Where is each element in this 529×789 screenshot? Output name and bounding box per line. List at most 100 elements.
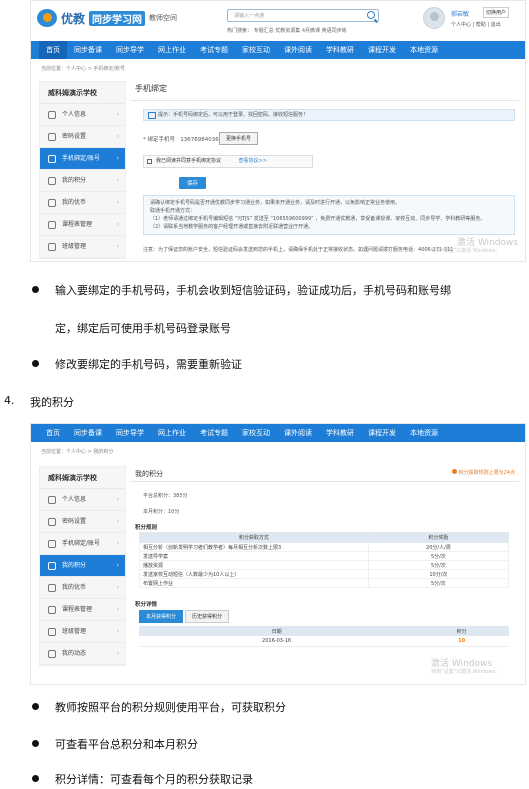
sidebar-item-label: 我的动态: [62, 650, 87, 657]
logout-link[interactable]: 退出: [491, 22, 501, 28]
nav-item[interactable]: 家校互动: [235, 424, 277, 442]
main-nav: 首页 同步备课 同步导学 网上作业 考试专题 家校互动 课外阅读 学科教研 课程…: [31, 41, 525, 59]
nav-item[interactable]: 学科教研: [319, 41, 361, 59]
notice-line: （2）请联系当地教学服务的客户经理开通或直接去附近联通营业厅开通。: [150, 224, 314, 230]
nav-item[interactable]: 本地资源: [403, 41, 445, 59]
nav-item[interactable]: 课外阅读: [277, 41, 319, 59]
windows-watermark-sub: 转到“设置”以激活 Windows。: [431, 248, 501, 254]
sidebar-item-label: 我的积分: [62, 177, 87, 184]
points-icon: [48, 562, 56, 570]
hot-term[interactable]: 优教资源集: [275, 28, 300, 34]
notice-line: 请确认绑定手机号码是否开通优教同步学习通业务，如果未开通业务，请及时进行开通，以…: [150, 200, 401, 206]
sidebar-item-password[interactable]: 密码设置 ›: [40, 511, 125, 533]
nav-item[interactable]: 考试专题: [193, 424, 235, 442]
sidebar-item-label: 我的优币: [62, 199, 87, 206]
sidebar-item-coins[interactable]: 我的优币 ›: [40, 192, 125, 214]
nav-item[interactable]: 课程开发: [361, 41, 403, 59]
user-name[interactable]: 郝岩敏: [451, 9, 469, 18]
chevron-right-icon: ›: [116, 221, 119, 228]
table-cell: 2016-03-16: [139, 636, 415, 647]
nav-item[interactable]: 同步备课: [67, 41, 109, 59]
table-row: 发送导学案 5分/次: [139, 551, 510, 561]
chevron-right-icon: ›: [116, 199, 119, 206]
save-button[interactable]: 保存: [179, 177, 207, 189]
sidebar-item-points[interactable]: 我的积分 ›: [40, 555, 125, 577]
chevron-right-icon: ›: [116, 496, 119, 503]
help-link[interactable]: 帮助: [476, 22, 486, 28]
class-icon: [48, 243, 56, 251]
sidebar-item-phone-binding[interactable]: 手机绑定/账号 ›: [40, 533, 125, 555]
nav-item[interactable]: 家校互动: [235, 41, 277, 59]
sidebar-item-coins[interactable]: 我的优币 ›: [40, 577, 125, 599]
hot-term[interactable]: 4月微课: [302, 28, 320, 34]
sidebar-item-label: 个人信息: [62, 496, 87, 503]
hot-term[interactable]: 英语同步练: [322, 28, 347, 34]
bullet-icon: [32, 360, 39, 367]
site-header: 优教 同步学习网 教师空间 请输入一点通 热门搜索： 专题汇总 优教资源集 4月…: [31, 1, 525, 41]
nav-item[interactable]: 本地资源: [403, 424, 445, 442]
table-row: 布置网上作业 5分/次: [139, 578, 510, 588]
nav-item-home[interactable]: 首页: [39, 424, 67, 442]
bullet-text: 可查看平台总积分和本月积分: [55, 738, 198, 751]
table-row: 相互分析（创新发明学习者们教学者）每月相互分析次数上限3 20分/人/周: [139, 542, 510, 552]
school-name: 威科姆演示学校: [40, 82, 125, 104]
sidebar-item-schedule[interactable]: 课程表管理 ›: [40, 214, 125, 236]
column-header: 积分: [414, 626, 509, 636]
sidebar-item-phone-binding[interactable]: 手机绑定/账号 ›: [40, 148, 125, 170]
nav-item[interactable]: 网上作业: [151, 424, 193, 442]
sidebar-item-password[interactable]: 密码设置 ›: [40, 126, 125, 148]
logo-icon: [37, 9, 57, 27]
sidebar-item-profile[interactable]: 个人信息 ›: [40, 104, 125, 126]
switch-user-button[interactable]: 切换用户: [483, 7, 510, 18]
table-cell: 布置网上作业: [139, 578, 369, 588]
sidebar-item-label: 个人信息: [62, 111, 87, 118]
sidebar-item-class[interactable]: 班级管理 ›: [40, 621, 125, 643]
school-name: 威科姆演示学校: [40, 467, 125, 489]
user-center-link[interactable]: 个人中心: [451, 22, 471, 28]
nav-item[interactable]: 课外阅读: [277, 424, 319, 442]
bullet-text: 输入要绑定的手机号码，手机会收到短信验证码，验证成功后，手机号码和账号绑: [55, 284, 451, 297]
table-cell: 发送导学案: [139, 551, 369, 561]
sidebar-item-points[interactable]: 我的积分 ›: [40, 170, 125, 192]
sidebar-item-schedule[interactable]: 课程表管理 ›: [40, 599, 125, 621]
search-input[interactable]: 请输入一点通: [227, 9, 379, 22]
tab-this-month[interactable]: 本月获得积分: [139, 610, 184, 623]
table-cell: 相互分析（创新发明学习者们教学者）每月相互分析次数上限3: [139, 542, 369, 552]
user-icon: [48, 496, 56, 504]
hot-term[interactable]: 专题汇总: [254, 28, 274, 34]
key-icon: [48, 518, 56, 526]
detail-tabs: 本月获得积分 历史获得积分: [139, 610, 230, 623]
search-icon[interactable]: [367, 11, 375, 19]
nav-item[interactable]: 同步导学: [109, 41, 151, 59]
phone-value: 13676984036: [180, 137, 219, 143]
nav-item[interactable]: 同步备课: [67, 424, 109, 442]
rules-table: 积分获取方式 积分奖励 相互分析（创新发明学习者们教学者）每月相互分析次数上限3…: [139, 532, 510, 588]
nav-item[interactable]: 同步导学: [109, 424, 151, 442]
agree-checkbox[interactable]: [147, 159, 152, 164]
binding-notice: 请确认绑定手机号码是否开通优教同步学习通业务，如果未开通业务，请及时进行开通，以…: [143, 195, 515, 235]
hot-search-label: 热门搜索：: [227, 28, 253, 34]
chevron-right-icon: ›: [116, 606, 119, 613]
nav-item-home[interactable]: 首页: [39, 41, 67, 59]
sidebar-item-label: 课程表管理: [62, 606, 93, 613]
month-points: 本月积分：10分: [143, 509, 180, 515]
panel-title: 手机绑定: [131, 81, 519, 101]
column-header: 日期: [139, 626, 415, 636]
sidebar-item-profile[interactable]: 个人信息 ›: [40, 489, 125, 511]
bullet-icon: [32, 286, 39, 293]
points-rule-link[interactable]: 积分获取规则上限为24点: [451, 469, 515, 476]
site-logo[interactable]: 优教 同步学习网 教师空间: [37, 9, 177, 27]
nav-item[interactable]: 网上作业: [151, 41, 193, 59]
sidebar-item-activity[interactable]: 我的动态 ›: [40, 643, 125, 665]
tab-history[interactable]: 历史获得积分: [185, 610, 230, 623]
notice-line: （1）老师请通过绑定手机号编辑短信 “YJTJS” 发送至 “106559600…: [150, 216, 486, 222]
nav-item[interactable]: 学科教研: [319, 424, 361, 442]
change-phone-button[interactable]: 更换手机号: [219, 132, 259, 145]
nav-item[interactable]: 课程开发: [361, 424, 403, 442]
avatar[interactable]: [423, 7, 445, 29]
sidebar-item-class[interactable]: 班级管理 ›: [40, 236, 125, 258]
column-header: 积分奖励: [367, 532, 510, 543]
view-protocol-link[interactable]: 查看协议>>: [239, 158, 267, 164]
table-cell: 5分/次: [367, 578, 510, 588]
nav-item[interactable]: 考试专题: [193, 41, 235, 59]
